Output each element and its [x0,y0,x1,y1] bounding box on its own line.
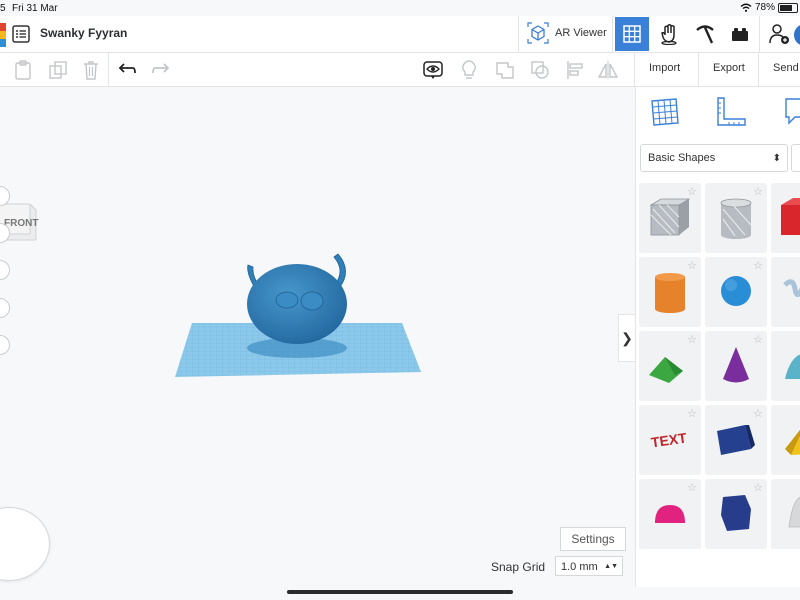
shape-tile-cylinder[interactable]: ☆ [639,257,701,327]
favorite-star-icon[interactable]: ☆ [687,481,697,494]
favorite-star-icon[interactable]: ☆ [753,407,763,420]
status-date: Fri 31 Mar [12,3,58,14]
redo-icon[interactable] [150,59,172,81]
chevron-right-icon: ❯ [621,329,633,346]
ar-viewer-label: AR Viewer [555,27,607,39]
workplane-viewport[interactable]: FRONT Settings Snap Grid 1.0 mm ▲▼ ❯ [0,87,635,587]
ar-cube-icon [527,22,549,44]
align-icon[interactable] [564,59,586,81]
paraboloid-icon [788,497,800,528]
bricks-view-button[interactable] [688,17,722,51]
divider [612,16,613,52]
shape-tile-cylinder-striped[interactable]: ☆ [705,183,767,253]
favorite-star-icon[interactable]: ☆ [687,185,697,198]
shape-tile-scribble[interactable]: ☆ [771,257,800,327]
shape-tile-paraboloid[interactable]: ☆ [771,479,800,549]
svg-text:TEXT: TEXT [650,430,688,451]
ar-viewer-button[interactable]: AR Viewer [527,22,607,44]
favorite-star-icon[interactable]: ☆ [753,259,763,272]
user-add-icon [769,24,789,44]
codeblocks-view-button[interactable] [652,17,686,51]
edit-toolbar: Import Export Send [0,53,800,87]
brick-icon [732,28,748,41]
shapes-panel: Basic Shapes ⬍ ☆☆☆☆☆☆☆☆☆TEXT☆☆☆☆☆☆ [635,87,800,587]
export-button[interactable]: Export [713,62,745,74]
workplane-icon[interactable] [648,95,682,129]
shape-tile-cone[interactable]: ☆ [705,331,767,401]
tinkercad-logo[interactable] [0,23,6,47]
box-icon [781,198,800,235]
panel-collapse-button[interactable]: ❯ [618,314,635,362]
ruler-icon[interactable] [714,95,748,129]
divider [518,16,519,52]
shape-tile-wedge[interactable]: ☆ [705,405,767,475]
import-button[interactable]: Import [649,62,680,74]
duplicate-icon[interactable] [47,59,69,81]
design-title[interactable]: Swanky Fyyran [40,26,127,40]
hand-icon [661,24,677,45]
shape-tile-pyramid[interactable]: ☆ [771,405,800,475]
favorite-star-icon[interactable]: ☆ [687,407,697,420]
battery-icon [778,2,798,13]
status-right: 78% [740,2,798,13]
send-to-button[interactable]: Send [773,62,799,74]
design-list-icon[interactable] [12,25,30,43]
group-icon[interactable] [494,59,516,81]
divider [759,16,760,52]
paste-icon[interactable] [12,59,34,81]
battery-percent: 78% [754,2,775,13]
snap-grid-select[interactable]: 1.0 mm ▲▼ [555,556,623,576]
status-bar: 5 Fri 31 Mar 78% [0,0,800,16]
snap-grid-value: 1.0 mm [561,561,598,573]
divider [634,53,635,86]
shape-search-button[interactable] [791,144,800,172]
grid-icon [623,25,641,43]
chevron-updown-icon: ⬍ [772,153,781,164]
character-model[interactable] [247,253,347,344]
divider [758,53,759,86]
pickaxe-icon [696,25,714,44]
blocks-view-button[interactable] [723,17,757,51]
wifi-icon [740,3,752,12]
shape-category-select[interactable]: Basic Shapes ⬍ [640,144,788,172]
workplane-scene [175,253,421,377]
shape-category-value: Basic Shapes [648,152,716,164]
show-all-icon[interactable] [422,59,444,81]
settings-button[interactable]: Settings [560,527,626,551]
ungroup-icon[interactable] [529,59,551,81]
notes-icon[interactable] [781,95,800,129]
favorite-star-icon[interactable]: ☆ [753,333,763,346]
favorite-star-icon[interactable]: ☆ [687,259,697,272]
shape-tile-sphere[interactable]: ☆ [705,257,767,327]
divider [698,53,699,86]
add-user-button[interactable] [762,17,796,51]
scribble-icon [783,279,800,297]
favorite-star-icon[interactable]: ☆ [753,185,763,198]
3d-design-view-button[interactable] [615,17,649,51]
shape-tile-roof[interactable]: ☆ [639,331,701,401]
chevron-updown-icon: ▲▼ [604,563,618,570]
delete-icon[interactable] [80,59,102,81]
shape-tile-polygon[interactable]: ☆ [705,479,767,549]
shape-tile-half-sphere[interactable]: ☆ [639,479,701,549]
favorite-star-icon[interactable]: ☆ [687,333,697,346]
shape-tile-round-roof[interactable]: ☆ [771,331,800,401]
favorite-star-icon[interactable]: ☆ [753,481,763,494]
lightbulb-icon[interactable] [458,59,480,81]
undo-icon[interactable] [116,59,138,81]
shape-tile-box-striped[interactable]: ☆ [639,183,701,253]
round-roof-icon [785,354,800,379]
divider [108,53,109,86]
home-indicator [287,590,513,594]
snap-grid-label: Snap Grid [491,560,546,574]
status-time: 5 [0,3,6,14]
battery-level [780,4,792,11]
mirror-icon[interactable] [597,59,619,81]
pyramid-icon [785,429,800,455]
top-bar: Swanky Fyyran AR Viewer [0,16,800,53]
shape-tile-box[interactable]: ☆ [771,183,800,253]
shape-tile-text[interactable]: TEXT ☆ [639,405,701,475]
